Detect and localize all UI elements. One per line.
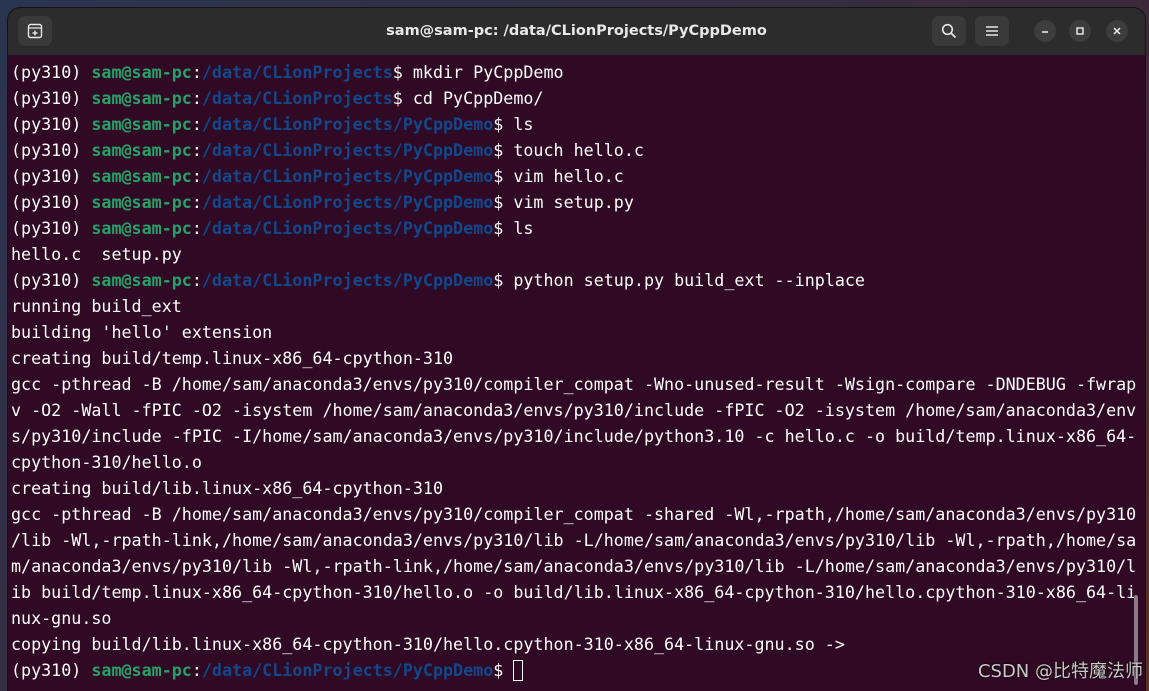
prompt-path: /data/CLionProjects/PyCppDemo [201, 270, 494, 290]
prompt-line: (py310) sam@sam-pc:/data/CLionProjects/P… [11, 137, 1136, 163]
prompt-separator: : [191, 270, 202, 290]
prompt-user-host: sam@sam-pc [91, 270, 192, 290]
prompt-user-host: sam@sam-pc [91, 62, 192, 82]
title-bar[interactable]: sam@sam-pc: /data/CLionProjects/PyCppDem… [8, 8, 1145, 56]
output-line: creating build/lib.linux-x86_64-cpython-… [11, 478, 444, 498]
search-icon [941, 23, 957, 39]
output-line: ib build/temp.linux-x86_64-cpython-310/h… [11, 582, 1137, 602]
menu-button[interactable] [975, 16, 1009, 46]
command-text: mkdir PyCppDemo [412, 62, 564, 82]
command-text: vim hello.c [513, 166, 624, 186]
command-text: cd PyCppDemo/ [412, 88, 544, 108]
prompt-line: (py310) sam@sam-pc:/data/CLionProjects$ … [11, 85, 1136, 111]
prompt-line: (py310) sam@sam-pc:/data/CLionProjects/P… [11, 657, 1136, 683]
prompt-dollar: $ [493, 218, 514, 238]
prompt-line: (py310) sam@sam-pc:/data/CLionProjects$ … [11, 59, 1136, 85]
command-text: ls [513, 114, 534, 134]
output-line: hello.c setup.py [11, 244, 182, 264]
window-title: sam@sam-pc: /data/CLionProjects/PyCppDem… [386, 23, 767, 39]
output-line: m/anaconda3/envs/py310/lib -Wl,-rpath-li… [11, 556, 1137, 576]
prompt-user-host: sam@sam-pc [91, 114, 192, 134]
prompt-dollar: $ [493, 114, 514, 134]
output-line: copying build/lib.linux-x86_64-cpython-3… [11, 634, 845, 654]
prompt-env: (py310) [11, 140, 92, 160]
prompt-line: (py310) sam@sam-pc:/data/CLionProjects/P… [11, 189, 1136, 215]
prompt-dollar: $ [392, 88, 413, 108]
prompt-separator: : [191, 166, 202, 186]
prompt-path: /data/CLionProjects/PyCppDemo [201, 660, 494, 680]
output-line: gcc -pthread -B /home/sam/anaconda3/envs… [11, 504, 1137, 524]
prompt-dollar: $ [493, 192, 514, 212]
prompt-user-host: sam@sam-pc [91, 88, 192, 108]
new-tab-icon [27, 23, 43, 39]
watermark: CSDN @比特魔法师 [977, 661, 1143, 682]
command-text: touch hello.c [513, 140, 644, 160]
close-icon [1113, 27, 1121, 35]
prompt-dollar: $ [493, 140, 514, 160]
hamburger-menu-icon [986, 26, 998, 36]
prompt-path: /data/CLionProjects/PyCppDemo [201, 218, 494, 238]
prompt-separator: : [191, 114, 202, 134]
output-line: running build_ext [11, 296, 182, 316]
prompt-path: /data/CLionProjects [201, 88, 393, 108]
prompt-separator: : [191, 62, 202, 82]
command-text: python setup.py build_ext --inplace [513, 270, 865, 290]
command-text: ls [513, 218, 534, 238]
prompt-user-host: sam@sam-pc [91, 140, 192, 160]
prompt-dollar: $ [493, 660, 514, 680]
prompt-path: /data/CLionProjects/PyCppDemo [201, 192, 494, 212]
prompt-dollar: $ [392, 62, 413, 82]
prompt-user-host: sam@sam-pc [91, 218, 192, 238]
prompt-dollar: $ [493, 166, 514, 186]
prompt-user-host: sam@sam-pc [91, 192, 192, 212]
maximize-icon [1076, 27, 1084, 35]
prompt-separator: : [191, 88, 202, 108]
prompt-user-host: sam@sam-pc [91, 166, 192, 186]
command-text: vim setup.py [513, 192, 634, 212]
prompt-env: (py310) [11, 62, 92, 82]
output-line: nux-gnu.so [11, 608, 112, 628]
search-button[interactable] [932, 16, 966, 46]
prompt-path: /data/CLionProjects/PyCppDemo [201, 140, 494, 160]
close-button[interactable] [1106, 20, 1128, 42]
prompt-path: /data/CLionProjects/PyCppDemo [201, 166, 494, 186]
prompt-path: /data/CLionProjects/PyCppDemo [201, 114, 494, 134]
prompt-env: (py310) [11, 114, 92, 134]
prompt-separator: : [191, 660, 202, 680]
prompt-path: /data/CLionProjects [201, 62, 393, 82]
terminal-window: sam@sam-pc: /data/CLionProjects/PyCppDem… [8, 8, 1145, 691]
output-line: s/py310/include -fPIC -I/home/sam/anacon… [11, 426, 1137, 446]
prompt-line: (py310) sam@sam-pc:/data/CLionProjects/P… [11, 215, 1136, 241]
prompt-env: (py310) [11, 218, 92, 238]
text-cursor [513, 660, 524, 681]
prompt-separator: : [191, 192, 202, 212]
prompt-env: (py310) [11, 192, 92, 212]
output-line: building 'hello' extension [11, 322, 273, 342]
output-line: v -O2 -Wall -fPIC -O2 -isystem /home/sam… [11, 400, 1137, 420]
maximize-button[interactable] [1069, 20, 1091, 42]
terminal-output: (py310) sam@sam-pc:/data/CLionProjects$ … [11, 59, 1136, 683]
output-line: creating build/temp.linux-x86_64-cpython… [11, 348, 454, 368]
minimize-button[interactable] [1034, 20, 1056, 42]
prompt-line: (py310) sam@sam-pc:/data/CLionProjects/P… [11, 267, 1136, 293]
prompt-line: (py310) sam@sam-pc:/data/CLionProjects/P… [11, 163, 1136, 189]
prompt-line: (py310) sam@sam-pc:/data/CLionProjects/P… [11, 111, 1136, 137]
prompt-env: (py310) [11, 88, 92, 108]
prompt-env: (py310) [11, 166, 92, 186]
new-tab-button[interactable] [18, 16, 52, 46]
output-line: cpython-310/hello.o [11, 452, 202, 472]
prompt-separator: : [191, 218, 202, 238]
prompt-dollar: $ [493, 270, 514, 290]
minimize-icon [1042, 31, 1048, 33]
output-line: gcc -pthread -B /home/sam/anaconda3/envs… [11, 374, 1137, 394]
prompt-user-host: sam@sam-pc [91, 660, 192, 680]
prompt-separator: : [191, 140, 202, 160]
prompt-env: (py310) [11, 270, 92, 290]
prompt-env: (py310) [11, 660, 92, 680]
output-line: /lib -Wl,-rpath-link,/home/sam/anaconda3… [11, 530, 1137, 550]
terminal-content[interactable]: (py310) sam@sam-pc:/data/CLionProjects$ … [8, 55, 1145, 691]
